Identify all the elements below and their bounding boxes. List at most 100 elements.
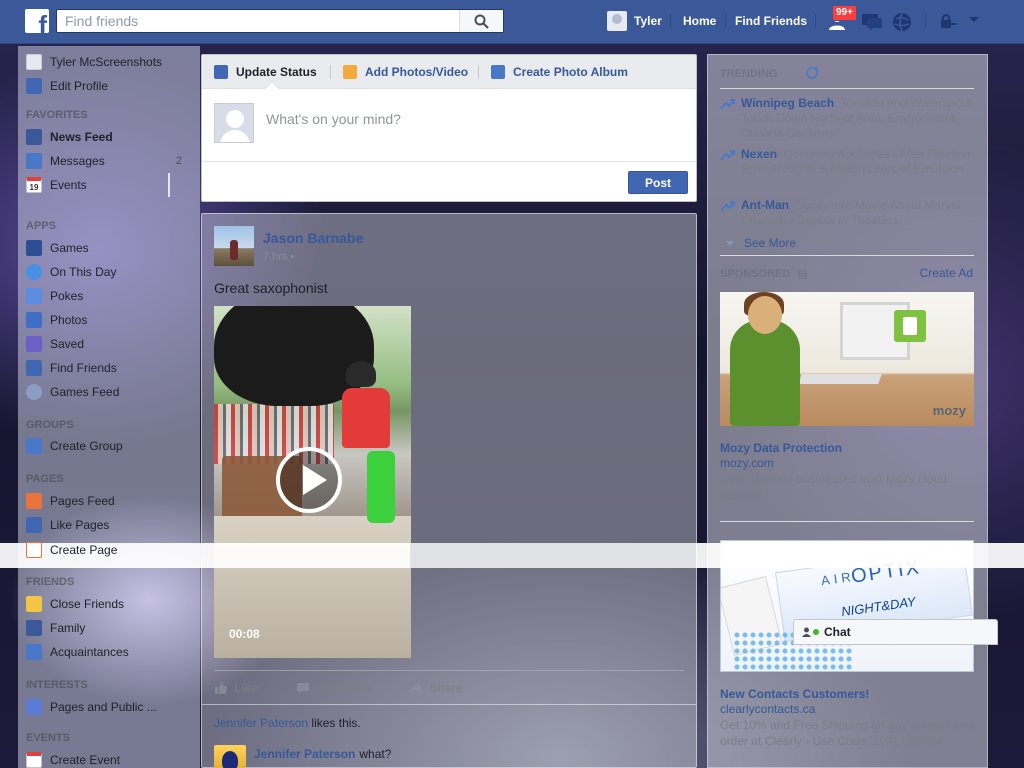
likes-text: Jennifer Paterson likes this. [214, 716, 361, 730]
trending-item[interactable]: Nexen: Company Apologizes After Pipeline… [720, 147, 976, 177]
trending-heading: TRENDING [720, 68, 778, 80]
like-button[interactable]: Like [214, 681, 258, 695]
sidebar-item-create-page[interactable]: Create Page [26, 540, 117, 560]
story-timestamp[interactable]: 7 hrs • [263, 251, 294, 263]
section-heading-groups: GROUPS [26, 419, 74, 431]
status-composer: Update Status Add Photos/Video Create Ph… [201, 54, 697, 202]
sidebar-item-messages[interactable]: Messages [26, 151, 105, 171]
sponsored-heading: SPONSORED ▤ [720, 267, 808, 280]
notifications-globe-icon[interactable] [892, 12, 912, 32]
liker-link[interactable]: Jennifer Paterson [214, 716, 308, 730]
render-artifact-gap [410, 543, 696, 568]
nav-divider [815, 14, 816, 28]
trending-topic-name: Nexen [741, 147, 778, 161]
create-ad-link[interactable]: Create Ad [920, 266, 973, 280]
ad-image-mozy[interactable]: mozy [720, 292, 974, 426]
photo-icon [343, 65, 357, 79]
sidebar-item-family[interactable]: Family [26, 618, 85, 638]
sidebar-profile-link[interactable]: Tyler McScreenshots [26, 52, 162, 72]
sidebar-item-pokes[interactable]: Pokes [26, 286, 83, 306]
sidebar-item-create-group[interactable]: Create Group [26, 436, 123, 456]
create-group-icon [26, 438, 42, 454]
tab-add-photos-video[interactable]: Add Photos/Video [343, 65, 468, 79]
sidebar-item-label: Pages and Public ... [50, 700, 157, 714]
active-item-indicator [168, 173, 170, 197]
sidebar-item-on-this-day[interactable]: On This Day [26, 262, 116, 282]
sidebar-item-photos[interactable]: Photos [26, 310, 87, 330]
search-button[interactable] [459, 10, 503, 32]
family-icon [26, 620, 42, 636]
nav-home-link[interactable]: Home [683, 14, 716, 28]
comment-text: what? [359, 747, 392, 761]
nav-find-friends-link[interactable]: Find Friends [735, 14, 807, 28]
sidebar-item-label: Pokes [50, 289, 84, 303]
play-button-icon[interactable] [276, 447, 342, 513]
trending-refresh-icon[interactable] [805, 66, 819, 80]
sidebar-item-label: Games [50, 241, 89, 255]
sidebar-item-pages-feed[interactable]: Pages Feed [26, 491, 115, 511]
sidebar-item-pages-and-public[interactable]: Pages and Public ... [26, 697, 157, 717]
ad-link[interactable]: clearlycontacts.ca [720, 702, 815, 716]
sidebar-item-close-friends[interactable]: Close Friends [26, 594, 124, 614]
chat-tab[interactable]: Chat [793, 619, 998, 645]
tab-divider [478, 65, 479, 79]
nav-user-name: Tyler [634, 14, 662, 28]
section-heading-friends: FRIENDS [26, 576, 75, 588]
star-icon [26, 596, 42, 612]
ad-image-keyboard [798, 374, 882, 384]
ad-image-head [748, 296, 782, 334]
sidebar-item-games[interactable]: Games [26, 238, 89, 258]
megaphone-icon: ▤ [797, 268, 808, 280]
sidebar-item-edit-profile[interactable]: Edit Profile [26, 76, 108, 96]
sidebar-item-acquaintances[interactable]: Acquaintances [26, 642, 129, 662]
sidebar-item-saved[interactable]: Saved [26, 334, 84, 354]
sidebar-item-label: Create Page [50, 543, 118, 557]
video-player[interactable]: 00:08 [214, 306, 411, 658]
search-input[interactable] [57, 10, 457, 32]
nav-divider [670, 14, 671, 28]
nav-profile-link[interactable]: Tyler [607, 10, 662, 32]
see-more-label: See More [744, 236, 797, 250]
see-more-link[interactable]: See More [726, 236, 796, 250]
comment-author-link[interactable]: Jennifer Paterson [254, 747, 355, 761]
sidebar-item-create-event[interactable]: Create Event [26, 750, 120, 768]
ad-title[interactable]: New Contacts Customers! [720, 687, 869, 701]
section-heading-interests: INTERESTS [26, 679, 88, 691]
news-feed-story: Jason Barnabe 7 hrs • Great saxophonist … [201, 213, 697, 768]
pokes-icon [26, 288, 42, 304]
sidebar-item-like-pages[interactable]: Like Pages [26, 515, 109, 535]
messages-icon [26, 153, 42, 169]
share-button[interactable]: Share [409, 681, 463, 695]
tab-update-status[interactable]: Update Status [214, 65, 317, 79]
tab-create-photo-album[interactable]: Create Photo Album [491, 65, 628, 79]
tab-label: Add Photos/Video [365, 65, 469, 79]
ad-description: Get 10% and Free Shipping on any contact… [720, 718, 975, 748]
sidebar-item-events[interactable]: 19 Events [26, 175, 87, 195]
status-input[interactable]: What's on your mind? [266, 111, 401, 127]
video-frame-towel [367, 451, 395, 523]
story-author-link[interactable]: Jason Barnabe [263, 230, 363, 246]
sidebar-item-label: Pages Feed [50, 494, 115, 508]
privacy-shortcuts-icon[interactable] [938, 12, 958, 30]
comment-button[interactable]: Comment [296, 681, 371, 695]
sidebar-item-games-feed[interactable]: Games Feed [26, 382, 119, 402]
sidebar-item-label: Like Pages [50, 518, 110, 532]
sidebar-item-news-feed[interactable]: News Feed [26, 127, 113, 147]
messages-icon[interactable] [860, 12, 884, 32]
post-button[interactable]: Post [628, 171, 688, 194]
sidebar-item-label: Tyler McScreenshots [50, 55, 163, 69]
composer-footer: Post [202, 161, 696, 201]
album-icon [491, 65, 505, 79]
likes-summary: Jennifer Paterson likes this. [202, 704, 696, 736]
account-menu-chevron-down-icon[interactable] [968, 16, 980, 24]
facebook-logo-icon[interactable]: f [25, 9, 49, 33]
avatar [214, 103, 254, 143]
sidebar-item-find-friends[interactable]: Find Friends [26, 358, 117, 378]
avatar[interactable] [214, 745, 246, 768]
avatar[interactable] [214, 226, 254, 266]
trending-item[interactable]: Winnipeg Beach: Tornado and Waterspout T… [720, 96, 976, 141]
trending-item[interactable]: Ant-Man: Superhero Movie About Marvel Ch… [720, 198, 976, 228]
ad-link[interactable]: mozy.com [720, 456, 774, 470]
ad-title[interactable]: Mozy Data Protection [720, 441, 842, 455]
share-icon [410, 683, 423, 693]
